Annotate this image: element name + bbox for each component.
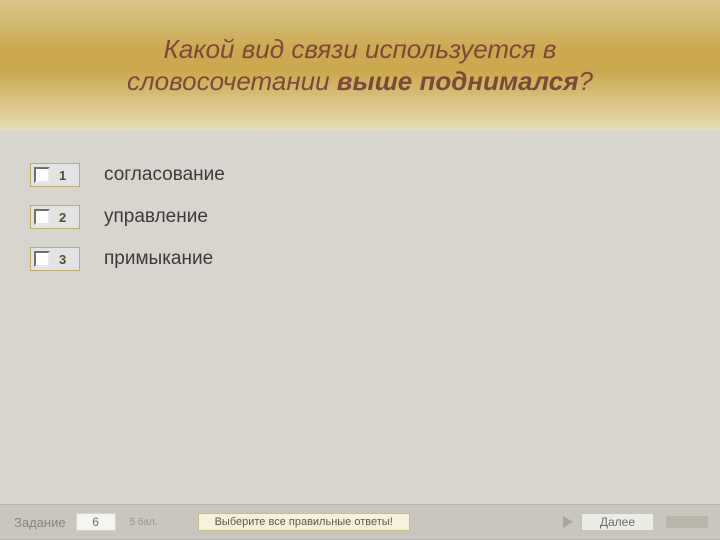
- option-button-2[interactable]: 2: [30, 205, 80, 229]
- option-label: примыкание: [104, 248, 213, 270]
- option-label: управление: [104, 206, 208, 228]
- question-number-box: 6: [76, 513, 116, 531]
- option-number: 1: [59, 168, 66, 183]
- option-button-3[interactable]: 3: [30, 247, 80, 271]
- options-area: 1 согласование 2 управление 3 примыкание: [0, 155, 720, 289]
- option-number: 3: [59, 252, 66, 267]
- option-number: 2: [59, 210, 66, 225]
- hint-box: Выберите все правильные ответы!: [198, 513, 410, 531]
- option-label: согласование: [104, 164, 225, 186]
- question-line-2-plain: словосочетании: [127, 66, 337, 96]
- question-phrase-bold: выше поднимался: [337, 66, 579, 96]
- slide-stage: Какой вид связи используется в словосоче…: [0, 0, 720, 540]
- progress-indicator: [666, 516, 708, 528]
- points-label: 5 бал.: [130, 517, 158, 528]
- checkbox-icon: [34, 209, 50, 225]
- arrow-right-icon: [563, 516, 573, 528]
- option-button-1[interactable]: 1: [30, 163, 80, 187]
- next-button[interactable]: Далее: [581, 513, 654, 531]
- task-label: Задание: [14, 515, 66, 530]
- option-row: 1 согласование: [30, 163, 720, 187]
- option-row: 2 управление: [30, 205, 720, 229]
- option-row: 3 примыкание: [30, 247, 720, 271]
- checkbox-icon: [34, 167, 50, 183]
- question-line-2: словосочетании выше поднимался?: [127, 65, 593, 98]
- question-header: Какой вид связи используется в словосоче…: [0, 0, 720, 130]
- checkbox-icon: [34, 251, 50, 267]
- footer-bar: Задание 6 5 бал. Выберите все правильные…: [0, 504, 720, 540]
- question-line-1: Какой вид связи используется в: [164, 33, 557, 66]
- question-qmark: ?: [579, 66, 593, 96]
